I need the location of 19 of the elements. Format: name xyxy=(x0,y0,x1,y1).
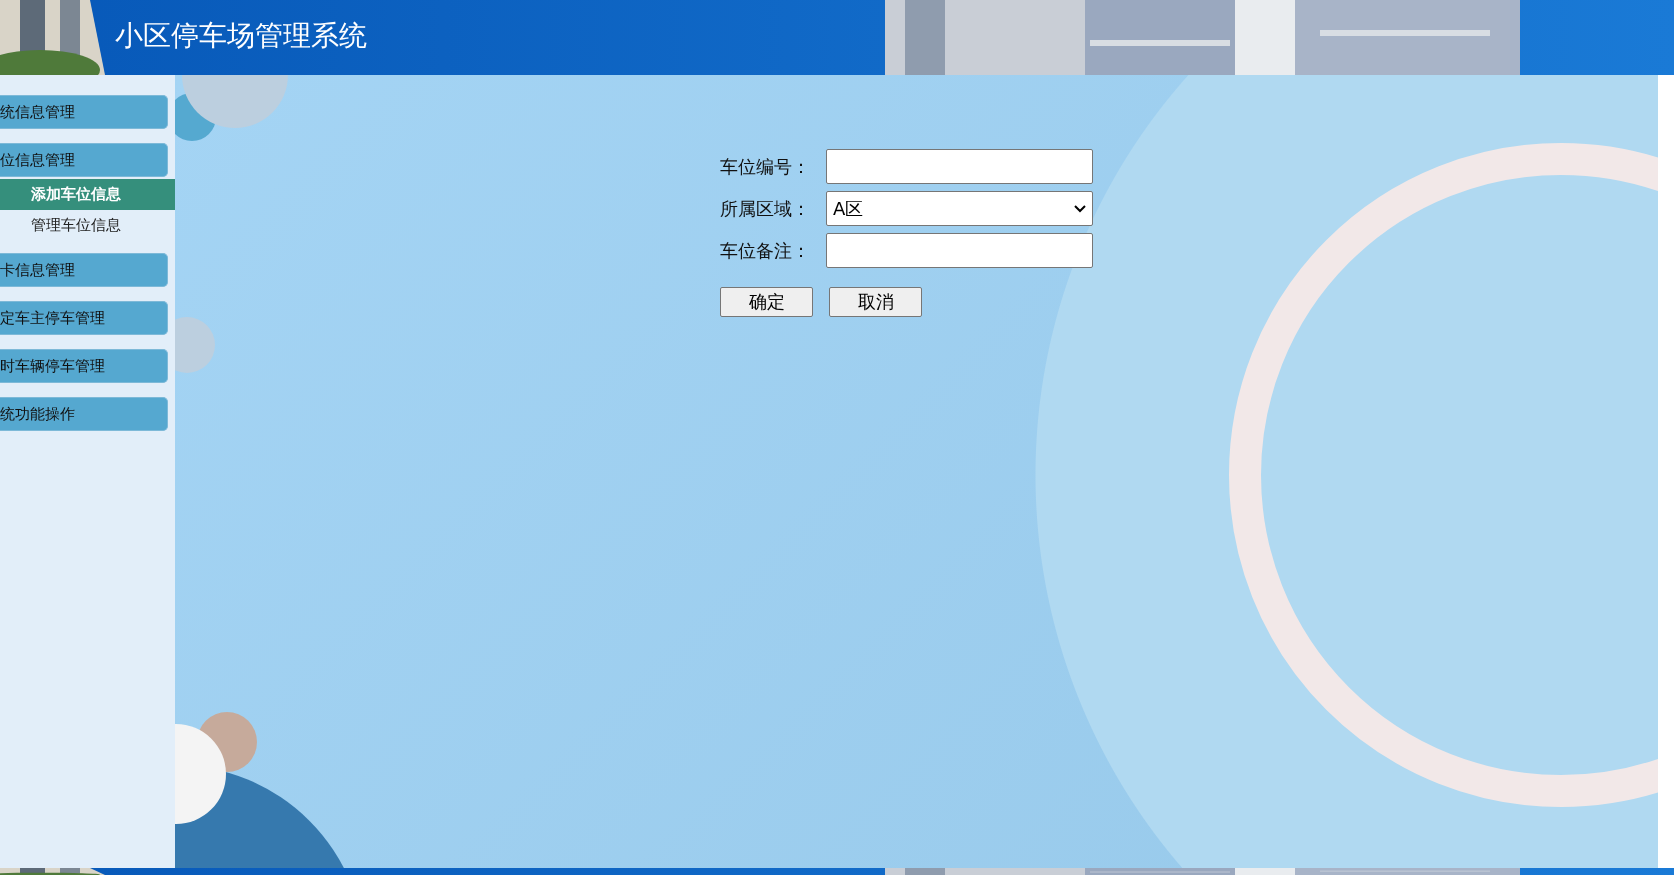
menu-item[interactable]: 管理车位信息 xyxy=(0,210,175,241)
menu-header[interactable]: 统信息管理 xyxy=(0,95,168,129)
form-button[interactable]: 确定 xyxy=(720,287,813,317)
app-title: 小区停车场管理系统 xyxy=(114,18,367,54)
form-button[interactable]: 取消 xyxy=(829,287,922,317)
menu-header[interactable]: 时车辆停车管理 xyxy=(0,349,168,383)
menu-item[interactable]: 添加车位信息 xyxy=(0,179,175,210)
input-field[interactable] xyxy=(826,149,1093,184)
input-field[interactable] xyxy=(826,233,1093,268)
menu-header[interactable]: 定车主停车管理 xyxy=(0,301,168,335)
menu-header[interactable]: 位信息管理 xyxy=(0,143,168,177)
select-field[interactable]: A区 xyxy=(826,191,1093,226)
dropdown-caret-icon xyxy=(1074,204,1086,213)
menu-header[interactable]: 统功能操作 xyxy=(0,397,168,431)
field-label: 车位备注： xyxy=(720,238,810,263)
circle-decoration xyxy=(175,317,215,373)
field-label: 所属区域： xyxy=(720,196,810,221)
field-label: 车位编号： xyxy=(720,154,810,179)
menu-header[interactable]: 卡信息管理 xyxy=(0,253,168,287)
